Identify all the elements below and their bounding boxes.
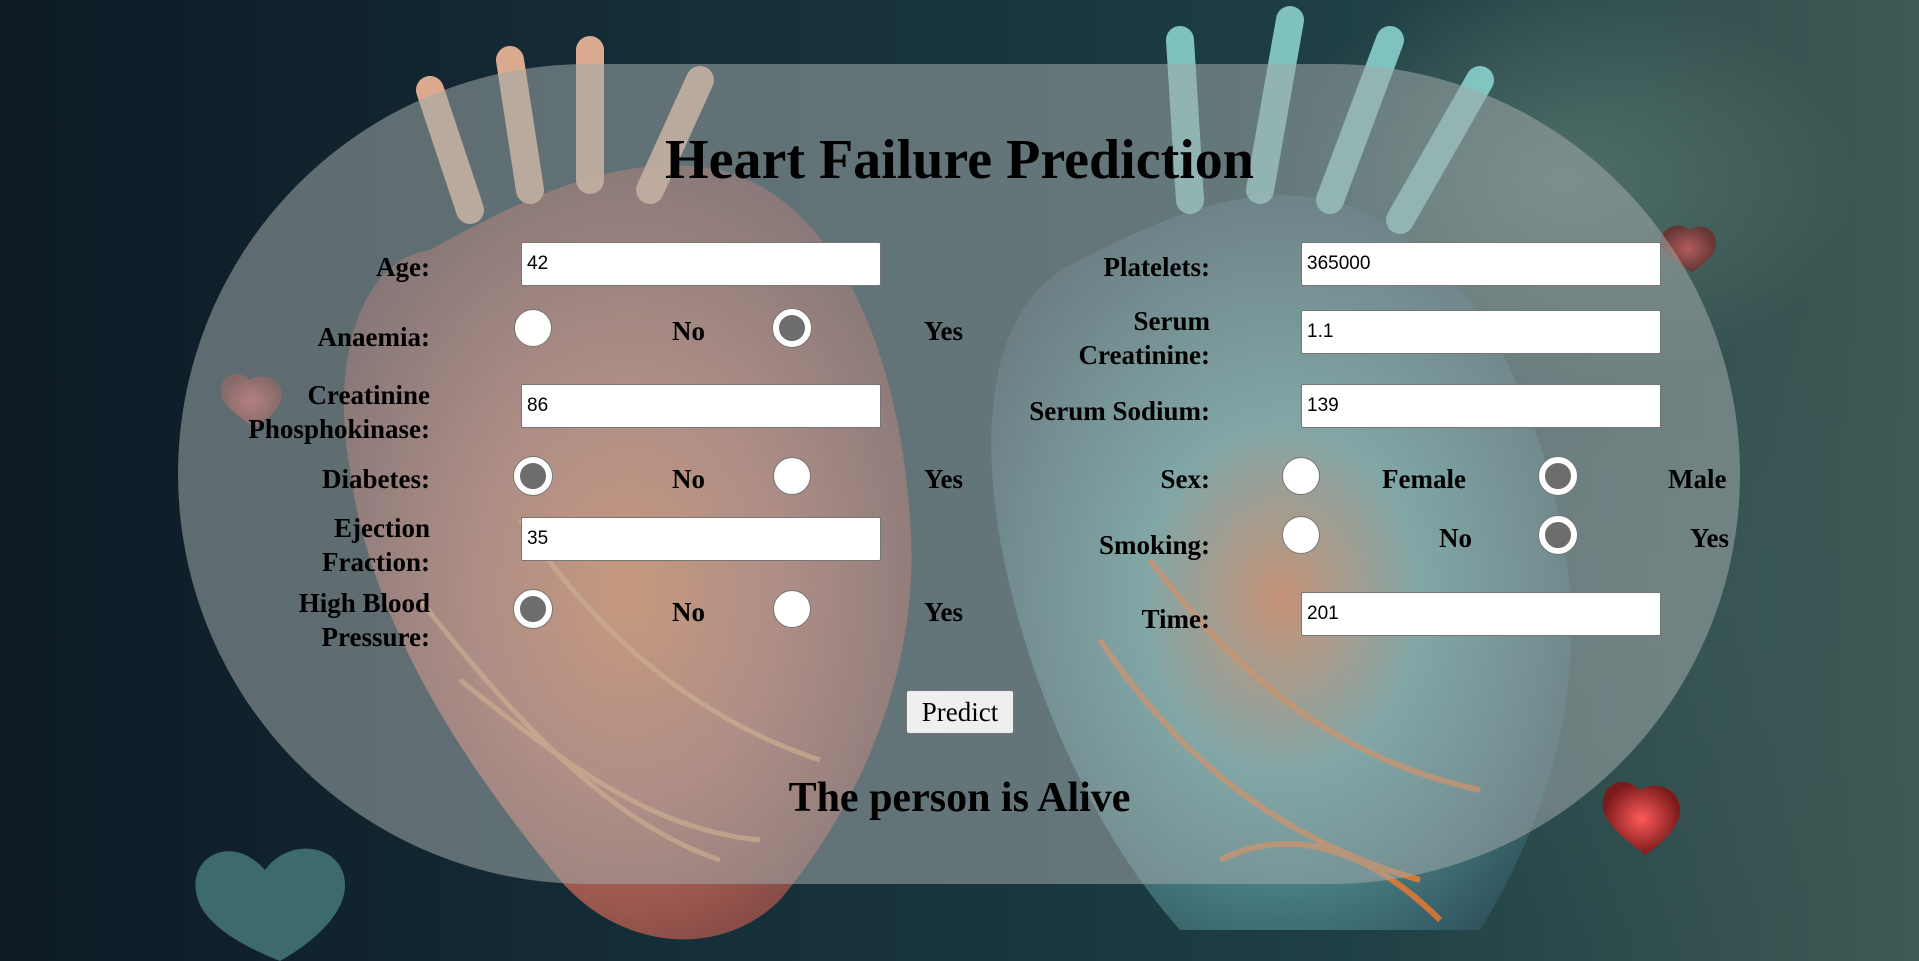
anaemia-yes-label: Yes	[924, 316, 963, 346]
predict-button[interactable]: Predict	[906, 690, 1014, 734]
creatinine-phosphokinase-label-line1: Creatinine	[307, 380, 431, 410]
age-label: Age:	[376, 252, 430, 282]
sex-male-label: Male	[1668, 464, 1727, 494]
time-input[interactable]	[1301, 592, 1661, 636]
serum-creatinine-label-line2: Creatinine:	[1078, 340, 1210, 370]
high-blood-pressure-yes-radio[interactable]	[773, 590, 811, 628]
diabetes-label: Diabetes:	[322, 464, 430, 494]
anaemia-yes-radio[interactable]	[773, 309, 811, 347]
smoking-no-radio[interactable]	[1282, 516, 1320, 554]
creatinine-phosphokinase-input[interactable]	[521, 384, 881, 428]
smoking-yes-radio[interactable]	[1539, 516, 1577, 554]
platelets-label: Platelets:	[1103, 252, 1210, 282]
serum-creatinine-input[interactable]	[1301, 310, 1661, 354]
age-input[interactable]	[521, 242, 881, 286]
sex-female-label: Female	[1382, 464, 1466, 494]
sex-female-radio[interactable]	[1282, 457, 1320, 495]
anaemia-label: Anaemia:	[317, 322, 430, 352]
high-blood-pressure-label-line1: High Blood	[298, 588, 430, 618]
serum-sodium-label: Serum Sodium:	[1029, 396, 1210, 426]
smoking-yes-label: Yes	[1690, 523, 1729, 553]
creatinine-phosphokinase-label-line2: Phosphokinase:	[248, 414, 430, 444]
page-title: Heart Failure Prediction	[665, 129, 1254, 191]
high-blood-pressure-label: High Blood Pressure:	[230, 586, 430, 654]
high-blood-pressure-yes-label: Yes	[924, 597, 963, 627]
high-blood-pressure-no-label: No	[672, 597, 705, 627]
time-label: Time:	[1141, 604, 1211, 634]
ejection-fraction-label-line2: Fraction:	[322, 547, 430, 577]
diabetes-no-radio[interactable]	[514, 457, 552, 495]
sex-male-radio[interactable]	[1539, 457, 1577, 495]
serum-creatinine-label: Serum Creatinine:	[1000, 304, 1210, 372]
high-blood-pressure-label-line2: Pressure:	[321, 622, 430, 652]
platelets-input[interactable]	[1301, 242, 1661, 286]
anaemia-no-radio[interactable]	[514, 309, 552, 347]
prediction-result: The person is Alive	[788, 775, 1131, 821]
ejection-fraction-label: Ejection Fraction:	[250, 511, 430, 579]
diabetes-yes-radio[interactable]	[773, 457, 811, 495]
high-blood-pressure-no-radio[interactable]	[514, 590, 552, 628]
diabetes-no-label: No	[672, 464, 705, 494]
serum-sodium-input[interactable]	[1301, 384, 1661, 428]
smoking-label: Smoking:	[1098, 530, 1210, 560]
anaemia-no-label: No	[672, 316, 705, 346]
ejection-fraction-input[interactable]	[521, 517, 881, 561]
sex-label: Sex:	[1160, 464, 1211, 494]
smoking-no-label: No	[1439, 523, 1472, 553]
diabetes-yes-label: Yes	[924, 464, 963, 494]
ejection-fraction-label-line1: Ejection	[334, 513, 430, 543]
creatinine-phosphokinase-label: Creatinine Phosphokinase:	[190, 378, 430, 446]
serum-creatinine-label-line1: Serum	[1133, 306, 1211, 336]
